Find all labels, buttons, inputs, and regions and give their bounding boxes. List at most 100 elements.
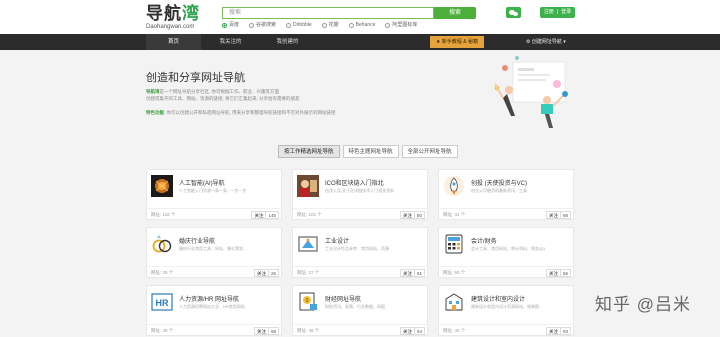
industrial-design-icon — [298, 236, 318, 252]
card-description: 由浅入深,关于区块链技术入门相关资料 — [325, 188, 395, 193]
nav-created[interactable]: 我创建的 — [260, 34, 315, 50]
card-description: 工业设计作品参考、常用网站、资源 — [325, 246, 389, 251]
link-count: 网址: 116 个 — [151, 212, 176, 217]
site-logo[interactable]: 导航湾 Daohangwan.com — [146, 5, 226, 31]
search-engine-options: 百度 谷歌搜索 Dribbble 花瓣 Behance 阿里图标库 — [222, 21, 417, 29]
nav-card[interactable]: 创投 (天使投资与VC) 创业公司融资的最新资讯、工具 网址: 31 个 关注 8… — [438, 169, 575, 221]
auth-buttons[interactable]: 注册 | 登录 — [540, 7, 575, 18]
card-title[interactable]: 人力资源/HR 网址导航 — [179, 294, 239, 303]
hero-section: 创造和分享网址导航 导航湾是一个网址导航分享社区, 你可根据工作、职业、兴趣等方… — [0, 50, 720, 135]
follow-button[interactable]: 关注 26 — [253, 269, 279, 277]
link-count: 网址: 46 个 — [297, 328, 320, 333]
follower-count: 94 — [413, 328, 424, 334]
finance-money-icon: $ — [299, 292, 317, 311]
follow-button[interactable]: 关注 68 — [253, 327, 279, 335]
card-footer: 网址: 116 个 关注 145 — [147, 208, 283, 221]
card-footer: 网址: 46 个 关注 94 — [293, 324, 429, 337]
card-description: 创业公司融资的最新资讯、工具 — [471, 188, 527, 193]
card-footer: 网址: 50 个 关注 56 — [439, 266, 575, 279]
ai-brain-icon — [151, 175, 173, 197]
card-footer: 网址: 31 个 关注 88 — [439, 208, 575, 221]
building-icon — [445, 293, 463, 311]
blockchain-photo-icon — [297, 175, 319, 197]
link-count: 网址: 31 个 — [443, 212, 466, 217]
follow-button[interactable]: 关注 81 — [399, 269, 425, 277]
follower-count: 93 — [559, 328, 570, 334]
follower-count: 26 — [267, 270, 278, 276]
link-count: 网址: 102 个 — [297, 212, 322, 217]
follower-count: 56 — [559, 270, 570, 276]
nav-card[interactable]: 建筑设计和室内设计 建筑设计和室内设计资源网站、效果图 网址: 45 个 关注 9… — [438, 285, 575, 337]
card-footer: 网址: 102 个 关注 80 — [293, 208, 429, 221]
tab-all-public[interactable]: 全部公开网址导航 — [401, 145, 458, 158]
follow-button[interactable]: 关注 80 — [399, 211, 425, 219]
card-title[interactable]: ICO和区块链入门指北 — [325, 178, 384, 187]
engine-option-baidu[interactable]: 百度 — [222, 21, 239, 29]
follower-count: 68 — [267, 328, 278, 334]
radio-icon[interactable] — [321, 22, 327, 28]
hero-intro-line2: 创建或集齐的工具、网站、资源的链接, 将它们汇集起来, 分享给有需要的朋友 — [146, 96, 300, 101]
radio-icon[interactable] — [249, 22, 255, 28]
logo-subtitle: Daohangwan.com — [146, 24, 195, 30]
card-description: 会计工具、常用网站、审计资料、税务QQ — [471, 246, 546, 251]
logo-text: 导航 — [146, 4, 182, 23]
follower-count: 88 — [559, 212, 570, 218]
card-title[interactable]: 会计/财务 — [471, 236, 497, 245]
card-title[interactable]: 人工智能(AI)导航 — [179, 178, 225, 187]
register-link[interactable]: 注册 — [544, 7, 554, 18]
tab-work-picks[interactable]: 按工作精选网址导航 — [278, 145, 340, 158]
radio-icon[interactable] — [385, 22, 391, 28]
tutorial-button[interactable]: ★ 新手教程 & 秘籍 — [430, 36, 484, 48]
follow-button[interactable]: 关注 93 — [545, 327, 571, 335]
nav-card[interactable]: 人工智能(AI)导航 人工智能入门资源一条一条...一步一步 网址: 116 个… — [146, 169, 283, 221]
hero-intro-line1: 导航湾是一个网址导航分享社区, 你可根据工作、职业、兴趣等方面 — [146, 89, 279, 94]
wedding-rings-icon — [152, 235, 172, 253]
create-nav-button[interactable]: ⚙ 创建网址导航 ▾ — [520, 36, 572, 48]
main-nav: 首页 我关注的 我创建的 ★ 新手教程 & 秘籍 ⚙ 创建网址导航 ▾ — [0, 34, 720, 50]
radio-icon[interactable] — [286, 22, 292, 28]
svg-text:HR: HR — [156, 298, 169, 308]
rocket-icon — [444, 176, 464, 196]
radio-icon[interactable] — [348, 22, 354, 28]
nav-card[interactable]: 会计/财务 会计工具、常用网站、审计资料、税务QQ 网址: 50 个 关注 56 — [438, 227, 575, 279]
nav-following[interactable]: 我关注的 — [203, 34, 258, 50]
card-footer: 网址: 26 个 关注 26 — [147, 266, 283, 279]
follow-button[interactable]: 关注 56 — [545, 269, 571, 277]
nav-card[interactable]: 婚庆行业导航 婚庆行业常用工具、网站、婚礼策划... 网址: 26 个 关注 26 — [146, 227, 283, 279]
follower-count: 81 — [413, 270, 424, 276]
link-count: 网址: 49 个 — [151, 328, 174, 333]
engine-option-dribbble[interactable]: Dribbble — [286, 21, 312, 29]
hr-icon: HR — [151, 293, 173, 311]
engine-option-huaban[interactable]: 花瓣 — [321, 21, 339, 29]
nav-home[interactable]: 首页 — [146, 34, 201, 50]
follow-button[interactable]: 关注 88 — [545, 211, 571, 219]
nav-card[interactable]: HR 人力资源/HR 网址导航 人力资源招聘网站大全、HR常用网站 网址: 49… — [146, 285, 283, 337]
card-title[interactable]: 婚庆行业导航 — [179, 236, 215, 245]
engine-option-iconfont[interactable]: 阿里图标库 — [385, 21, 417, 29]
card-description: 人工智能入门资源一条一条...一步一步 — [179, 188, 247, 193]
radio-selected-icon[interactable] — [222, 22, 227, 28]
nav-card[interactable]: 工业设计 工业设计作品参考、常用网站、资源 网址: 27 个 关注 81 — [292, 227, 429, 278]
card-title[interactable]: 财经网址导航 — [325, 294, 361, 303]
divider-text: | — [556, 9, 559, 15]
nav-card[interactable]: $ 财经网址导航 财经资讯、股票、行业数据、研报 网址: 46 个 关注 94 — [292, 285, 429, 337]
search-input[interactable]: 搜索 — [222, 7, 434, 19]
card-description: 财经资讯、股票、行业数据、研报 — [325, 304, 385, 309]
link-count: 网址: 50 个 — [443, 270, 466, 275]
engine-option-behance[interactable]: Behance — [348, 21, 375, 29]
follow-button[interactable]: 关注 94 — [399, 327, 425, 335]
nav-card[interactable]: ICO和区块链入门指北 由浅入深,关于区块链技术入门相关资料 网址: 102 个… — [292, 169, 429, 221]
card-footer: 网址: 45 个 关注 93 — [439, 324, 575, 337]
engine-option-google[interactable]: 谷歌搜索 — [249, 21, 276, 29]
card-title[interactable]: 创投 (天使投资与VC) — [471, 178, 527, 187]
card-footer: 网址: 49 个 关注 68 — [147, 324, 283, 337]
logo-text-accent: 湾 — [182, 4, 200, 23]
category-tabs: 按工作精选网址导航 特色主题网址导航 全部公开网址导航 — [278, 145, 458, 158]
card-title[interactable]: 工业设计 — [325, 236, 349, 245]
follow-button[interactable]: 关注 145 — [251, 211, 279, 219]
card-title[interactable]: 建筑设计和室内设计 — [471, 294, 525, 303]
tab-featured-themes[interactable]: 特色主题网址导航 — [342, 145, 399, 158]
login-link[interactable]: 登录 — [561, 7, 571, 18]
search-button[interactable]: 搜索 — [434, 7, 476, 19]
wechat-login-icon[interactable] — [506, 7, 521, 18]
